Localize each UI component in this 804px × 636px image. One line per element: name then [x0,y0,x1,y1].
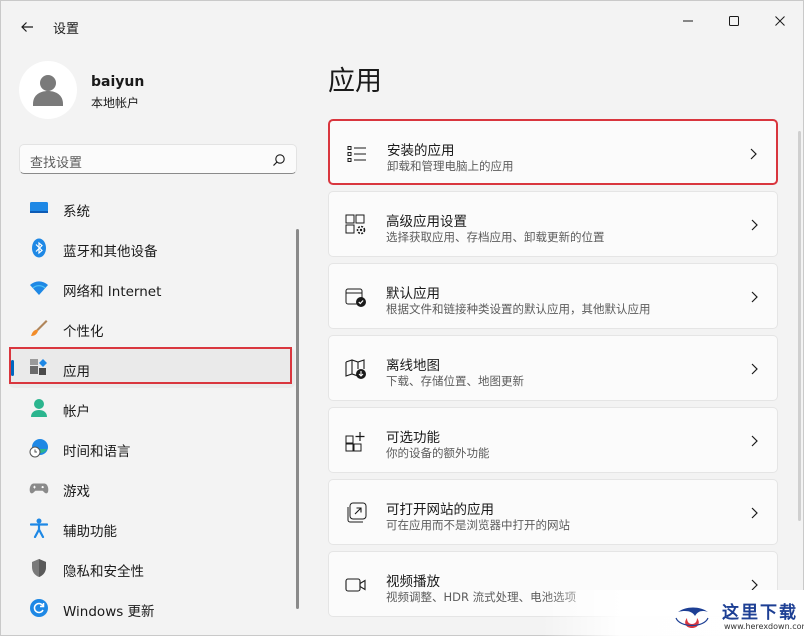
sidebar-item-label: Windows 更新 [63,604,155,620]
minimize-button[interactable] [665,7,711,35]
default-apps-card[interactable]: 默认应用 根据文件和链接种类设置的默认应用，其他默认应用 [328,263,778,329]
apps-highlight-box [9,347,292,384]
sidebar-item-personalization[interactable]: 个性化 [9,308,295,348]
sidebar-item-privacy[interactable]: 隐私和安全性 [9,548,295,588]
sidebar-item-gaming[interactable]: 游戏 [9,468,295,508]
sidebar-item-bluetooth[interactable]: 蓝牙和其他设备 [9,228,295,268]
maximize-icon [729,16,739,26]
video-icon [345,574,367,596]
apps-for-websites-card[interactable]: 可打开网站的应用 可在应用而不是浏览器中打开的网站 [328,479,778,545]
sidebar-item-label: 蓝牙和其他设备 [63,244,158,260]
settings-window: 设置 baiyun 本地帐户 查找设置 系统 蓝牙和其他设备 网络和 Inter… [0,0,804,636]
sidebar-item-label: 帐户 [63,404,90,420]
default-apps-icon [345,286,367,308]
card-subtitle: 可在应用而不是浏览器中打开的网站 [386,518,570,532]
card-subtitle: 下载、存储位置、地图更新 [386,374,524,388]
optional-features-icon [345,430,367,452]
wifi-icon [29,278,49,298]
card-title: 安装的应用 [387,143,455,159]
sidebar-item-label: 时间和语言 [63,444,131,460]
time-language-icon [29,438,49,458]
card-title: 高级应用设置 [386,214,467,230]
chevron-right-icon [751,507,758,519]
card-subtitle: 卸载和管理电脑上的应用 [387,159,514,173]
bluetooth-icon [29,238,49,258]
sidebar-item-windows-update[interactable]: Windows 更新 [9,588,295,628]
sidebar-item-label: 个性化 [63,324,104,340]
card-subtitle: 你的设备的额外功能 [386,446,490,460]
close-button[interactable] [757,7,803,35]
search-input[interactable]: 查找设置 [19,144,297,174]
watermark-text: 这里下载 [722,603,798,623]
shield-icon [29,558,49,578]
watermark-url: www.herexdown.com [724,622,804,631]
minimize-icon [683,20,693,22]
gamepad-icon [29,478,49,498]
close-icon [775,16,785,26]
chevron-right-icon [751,291,758,303]
sidebar-item-system[interactable]: 系统 [9,188,295,228]
avatar [19,61,77,119]
sidebar-item-time-language[interactable]: 时间和语言 [9,428,295,468]
map-icon [345,358,367,380]
account-type: 本地帐户 [91,96,140,110]
title-bar: 设置 [1,1,803,47]
sidebar-item-accounts[interactable]: 帐户 [9,388,295,428]
list-icon [346,143,368,165]
chevron-right-icon [751,363,758,375]
update-icon [29,598,49,618]
brush-icon [29,318,49,338]
card-title: 默认应用 [386,286,440,302]
back-button[interactable] [15,15,39,39]
card-title: 可选功能 [386,430,440,446]
maximize-button[interactable] [711,7,757,35]
user-avatar-icon [33,75,63,106]
user-name: baiyun [91,74,145,90]
chevron-right-icon [750,148,757,160]
sidebar-item-label: 系统 [63,204,90,220]
card-title: 可打开网站的应用 [386,502,494,518]
sidebar-item-network[interactable]: 网络和 Internet [9,268,295,308]
offline-maps-card[interactable]: 离线地图 下载、存储位置、地图更新 [328,335,778,401]
main-scrollbar[interactable] [798,131,801,521]
watermark-logo-icon [675,607,709,628]
installed-apps-card[interactable]: 安装的应用 卸载和管理电脑上的应用 [328,119,778,185]
app-settings-icon [345,214,367,236]
sidebar-item-label: 隐私和安全性 [63,564,144,580]
chevron-right-icon [751,435,758,447]
sidebar-scrollbar[interactable] [296,229,299,609]
optional-features-card[interactable]: 可选功能 你的设备的额外功能 [328,407,778,473]
card-subtitle: 根据文件和链接种类设置的默认应用，其他默认应用 [386,302,651,316]
page-title: 应用 [328,66,382,97]
open-website-icon [345,502,367,524]
advanced-app-settings-card[interactable]: 高级应用设置 选择获取应用、存档应用、卸载更新的位置 [328,191,778,257]
accessibility-icon [29,518,49,538]
sidebar-item-label: 辅助功能 [63,524,117,540]
sidebar-item-label: 游戏 [63,484,90,500]
window-title: 设置 [53,22,80,37]
account-icon [29,398,49,418]
sidebar-item-accessibility[interactable]: 辅助功能 [9,508,295,548]
system-icon [29,198,49,218]
sidebar-nav: 系统 蓝牙和其他设备 网络和 Internet 个性化 应用 帐户 时间和语言 … [9,188,295,628]
sidebar-item-label: 网络和 Internet [63,284,162,300]
card-subtitle: 选择获取应用、存档应用、卸载更新的位置 [386,230,605,244]
search-icon [273,154,285,166]
card-title: 视频播放 [386,574,440,590]
user-profile[interactable]: baiyun 本地帐户 [19,61,289,121]
back-arrow-icon [21,22,33,32]
card-title: 离线地图 [386,358,440,374]
chevron-right-icon [751,219,758,231]
search-placeholder: 查找设置 [30,156,83,171]
